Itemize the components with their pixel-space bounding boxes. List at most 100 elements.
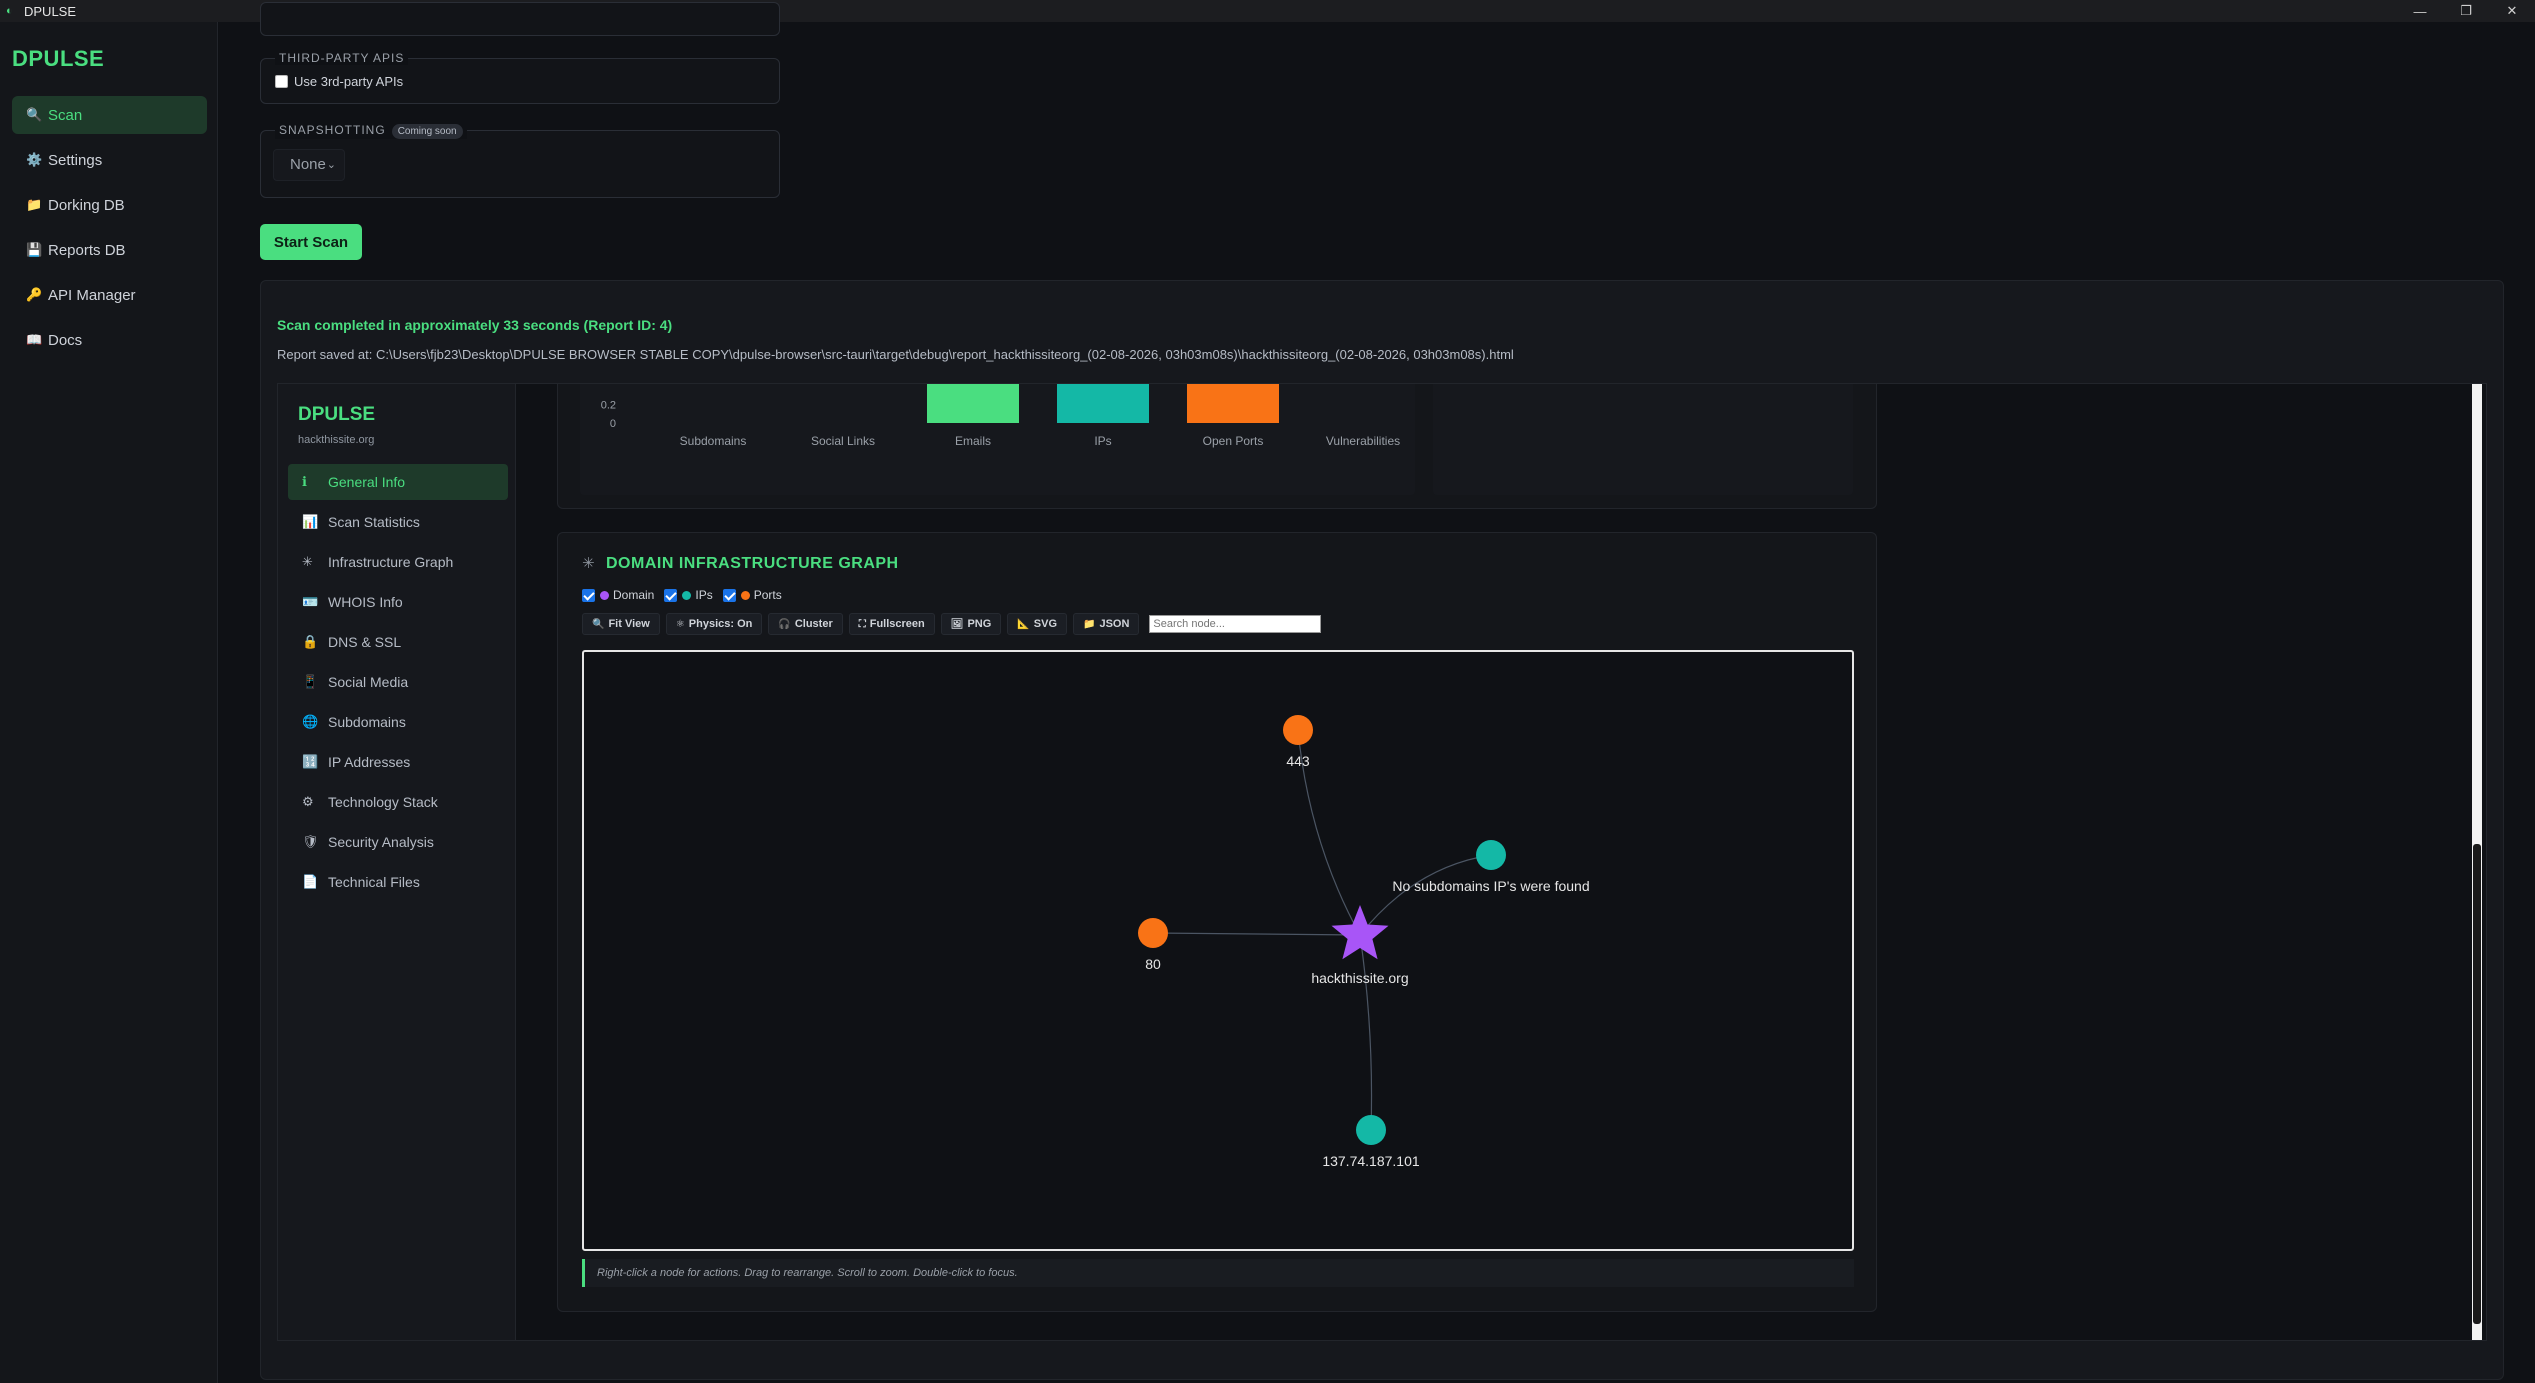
chevron-down-icon: ⌄ [326, 159, 336, 171]
node-circle[interactable] [1476, 840, 1506, 870]
scan-statistics-icon: 📊 [302, 514, 319, 529]
toolbar-button-label: Fullscreen [869, 618, 925, 630]
close-icon[interactable]: ✕ [2489, 0, 2535, 22]
cluster-icon: 🎧 [778, 618, 791, 630]
coming-soon-badge: Coming soon [391, 124, 463, 139]
security-analysis-icon: 🛡 [302, 834, 319, 849]
legend-ports[interactable]: Ports [722, 588, 782, 602]
graph-node-port[interactable]: 443 [1283, 715, 1313, 769]
report-nav-technical-files[interactable]: 📄 Technical Files [288, 864, 508, 900]
node-circle[interactable] [1356, 1115, 1386, 1145]
restore-icon[interactable]: ❐ [2443, 0, 2489, 22]
dns-ssl-icon: 🔒 [302, 634, 319, 649]
legend-domain[interactable]: Domain [582, 588, 654, 602]
bar-emails [927, 384, 1019, 423]
report-nav-general-info[interactable]: ℹ General Info [288, 464, 508, 500]
sidebar-item-scan[interactable]: 🔍 Scan [12, 96, 207, 134]
svg-button[interactable]: 📐 SVG [1007, 613, 1067, 635]
graph-node-ip[interactable]: 137.74.187.101 [1322, 1115, 1420, 1169]
snapshotting-legend: SNAPSHOTTING Coming soon [275, 123, 467, 139]
x-tick-label: Subdomains [680, 434, 747, 448]
report-scrollbar-thumb[interactable] [2473, 844, 2481, 1324]
fullscreen-button[interactable]: ⛶ Fullscreen [848, 613, 935, 635]
main-content: THIRD-PARTY APIS Use 3rd-party APIs SNAP… [219, 2, 2535, 1383]
minimize-icon[interactable]: — [2397, 0, 2443, 22]
report-nav-dns-ssl[interactable]: 🔒 DNS & SSL [288, 624, 508, 660]
node-search-input[interactable] [1149, 615, 1322, 633]
legend-ips[interactable]: IPs [664, 588, 713, 602]
cluster-button[interactable]: 🎧 Cluster [768, 613, 843, 635]
app-brand: DPULSE [12, 46, 105, 71]
graph-svg[interactable]: hackthissite.org 443 80 No subdomains IP's … [584, 652, 1852, 1249]
graph-node-label: No subdomains IP's were found [1392, 878, 1589, 894]
report-nav-ip-addresses[interactable]: 🔢 IP Addresses [288, 744, 508, 780]
svg-icon: 📐 [1017, 618, 1030, 630]
legend-ports-checkbox[interactable] [722, 588, 736, 602]
legend-domain-checkbox[interactable] [582, 588, 595, 602]
window-title: DPULSE [24, 3, 77, 19]
physics-on-icon: ⚛ [675, 618, 685, 630]
start-scan-button[interactable]: Start Scan [260, 224, 362, 260]
graph-node-port[interactable]: 80 [1138, 918, 1168, 972]
x-tick-label: Vulnerabilities [1326, 434, 1400, 448]
legend-label: Ports [753, 588, 782, 602]
report-nav-label: DNS & SSL [328, 634, 402, 650]
report-nav: ℹ General Info 📊 Scan Statistics ✳ Infrastruc… [288, 464, 508, 904]
graph-node-ip[interactable]: No subdomains IP's were found [1392, 840, 1590, 894]
sidebar-item-api-manager[interactable]: 🔑 API Manager [12, 276, 207, 314]
physics-on-button[interactable]: ⚛ Physics: On [665, 613, 763, 635]
scan-statistics-card: 0.2 0 Subdomains Social Links Emails IPs Open … [557, 384, 1877, 509]
window-controls: — ❐ ✕ [2397, 0, 2535, 22]
png-button[interactable]: 🖼 PNG [940, 613, 1002, 635]
legend-ips-checkbox[interactable] [664, 588, 678, 602]
sidebar-item-settings[interactable]: ⚙️ Settings [12, 141, 207, 179]
graph-title-icon: ✳ [582, 555, 595, 572]
third-party-checkbox[interactable] [275, 75, 288, 88]
graph-title: DOMAIN INFRASTRUCTURE GRAPH [606, 555, 899, 572]
json-icon: 📁 [1083, 618, 1096, 630]
report-nav-whois-info[interactable]: 🪪 WHOIS Info [288, 584, 508, 620]
report-scrollbar[interactable] [2472, 384, 2482, 1340]
y-tick-label: 0.2 [601, 400, 616, 412]
legend-dot [740, 590, 750, 600]
png-icon: 🖼 [950, 618, 964, 630]
report-nav-infrastructure-graph[interactable]: ✳ Infrastructure Graph [288, 544, 508, 580]
results-panel: Scan completed in approximately 33 secon… [260, 280, 2504, 1380]
report-nav-subdomains[interactable]: 🌐 Subdomains [288, 704, 508, 740]
sidebar-item-reports-db[interactable]: 💾 Reports DB [12, 231, 207, 269]
sidebar-nav: 🔍 Scan ⚙️ Settings 📁 Dorking DB 💾 Reports DB 🔑 AP… [12, 96, 207, 366]
report-nav-scan-statistics[interactable]: 📊 Scan Statistics [288, 504, 508, 540]
scan-completed-message: Scan completed in approximately 33 secon… [277, 317, 673, 333]
graph-edge [1359, 854, 1492, 936]
report-nav-security-analysis[interactable]: 🛡 Security Analysis [288, 824, 508, 860]
report-nav-label: Infrastructure Graph [328, 554, 454, 570]
report-nav-label: IP Addresses [328, 754, 411, 770]
graph-node-domain[interactable]: hackthissite.org [1311, 905, 1409, 986]
graph-canvas[interactable]: hackthissite.org 443 80 No subdomains IP's … [582, 650, 1854, 1251]
legend-label: Domain [613, 588, 655, 602]
infrastructure-graph-icon: ✳ [302, 554, 313, 569]
report-viewer[interactable]: DPULSE hackthissite.org ℹ General Info 📊 Sc… [277, 383, 2487, 1341]
sidebar-item-dorking-db[interactable]: 📁 Dorking DB [12, 186, 207, 224]
y-tick-label: 0 [610, 418, 616, 430]
report-nav-social-media[interactable]: 📱 Social Media [288, 664, 508, 700]
snapshotting-select[interactable]: None ⌄ [273, 149, 345, 181]
node-circle[interactable] [1138, 918, 1168, 948]
x-tick-label: Open Ports [1203, 434, 1264, 448]
sidebar-item-label: API Manager [48, 286, 136, 304]
ip-addresses-icon: 🔢 [302, 754, 319, 769]
node-circle[interactable] [1283, 715, 1313, 745]
sidebar-item-docs[interactable]: 📖 Docs [12, 321, 207, 359]
stats-chart-panel: 0.2 0 Subdomains Social Links Emails IPs Open … [580, 384, 1415, 495]
dorking-db-icon: 📁 [26, 197, 43, 212]
fullscreen-icon: ⛶ [858, 618, 866, 630]
fit-view-button[interactable]: 🔍 Fit View [582, 613, 660, 635]
third-party-label: Use 3rd-party APIs [294, 74, 404, 89]
api-manager-icon: 🔑 [26, 287, 43, 302]
graph-legend: Domain IPs Ports [582, 588, 792, 602]
subdomains-icon: 🌐 [302, 714, 319, 729]
report-nav-technology-stack[interactable]: ⚙ Technology Stack [288, 784, 508, 820]
json-button[interactable]: 📁 JSON [1073, 613, 1140, 635]
legend-label: IPs [695, 588, 713, 602]
report-nav-label: WHOIS Info [328, 594, 403, 610]
